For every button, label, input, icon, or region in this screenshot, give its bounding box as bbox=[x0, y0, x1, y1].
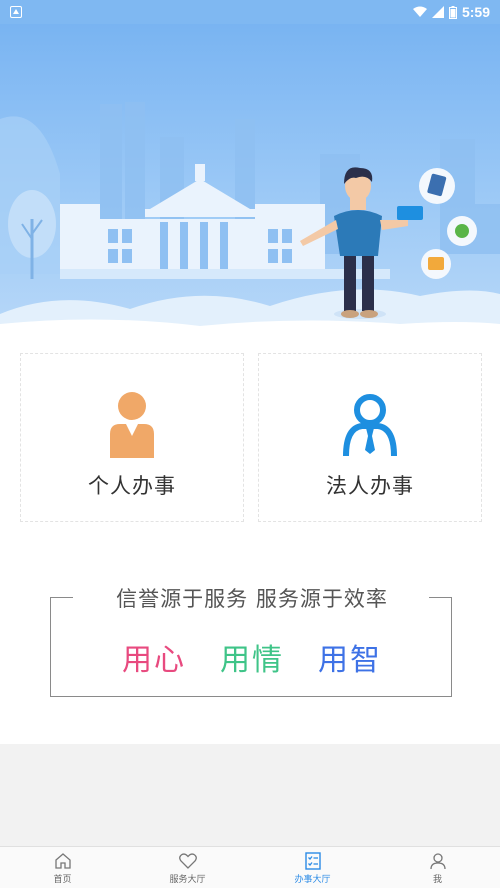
notification-icon bbox=[10, 6, 22, 18]
city-illustration bbox=[0, 102, 500, 336]
corporate-person-icon bbox=[340, 390, 400, 458]
home-icon bbox=[54, 852, 71, 869]
wifi-icon bbox=[412, 6, 427, 17]
checklist-icon bbox=[304, 851, 321, 870]
tab-home[interactable]: 首页 bbox=[0, 847, 125, 888]
slogan-title: 信誉源于服务 服务源于效率 bbox=[116, 587, 388, 611]
personal-affairs-button[interactable]: 个人办事 bbox=[20, 353, 244, 522]
personal-affairs-label: 个人办事 bbox=[88, 474, 176, 498]
main-content: 个人办事 法人办事 信誉源于服务 服务源于效率 用心 用情 用智 bbox=[0, 336, 500, 744]
user-icon bbox=[429, 852, 446, 869]
corporate-affairs-button[interactable]: 法人办事 bbox=[258, 353, 482, 522]
status-icons: 5:59 bbox=[412, 4, 490, 20]
hero-banner bbox=[0, 24, 500, 336]
slogan-box: 信誉源于服务 服务源于效率 用心 用情 用智 bbox=[50, 587, 453, 697]
clock: 5:59 bbox=[461, 4, 490, 20]
bottom-tab-bar: 首页 服务大厅 办事大厅 我 bbox=[0, 846, 500, 888]
tab-home-label: 首页 bbox=[53, 874, 72, 885]
tab-me[interactable]: 我 bbox=[375, 847, 500, 888]
tab-service-hall-label: 服务大厅 bbox=[169, 874, 206, 885]
heart-icon bbox=[178, 852, 197, 869]
signal-icon bbox=[431, 6, 444, 18]
person-icon bbox=[102, 390, 162, 458]
slogan-word-wisdom: 用智 bbox=[318, 643, 382, 678]
tab-me-label: 我 bbox=[432, 874, 442, 885]
tab-affairs-hall[interactable]: 办事大厅 bbox=[250, 847, 375, 888]
tab-affairs-hall-label: 办事大厅 bbox=[294, 874, 331, 885]
slogan-words: 用心 用情 用智 bbox=[51, 635, 453, 679]
status-bar: 5:59 bbox=[0, 0, 500, 24]
battery-icon bbox=[448, 5, 457, 19]
tab-service-hall[interactable]: 服务大厅 bbox=[125, 847, 250, 888]
corporate-affairs-label: 法人办事 bbox=[326, 474, 414, 498]
slogan-word-emotion: 用情 bbox=[220, 643, 284, 678]
slogan-word-heart: 用心 bbox=[122, 643, 186, 678]
